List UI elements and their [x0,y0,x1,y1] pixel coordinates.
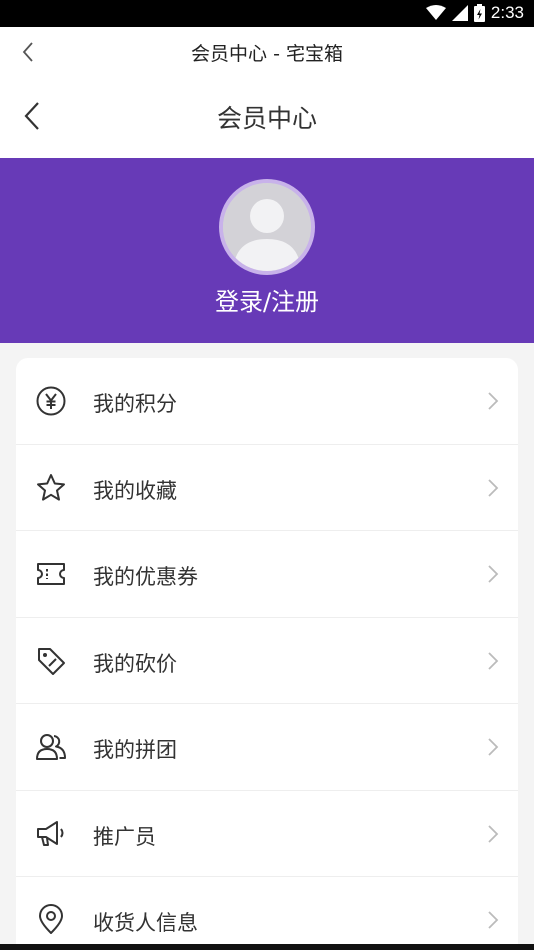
menu-item-coupons[interactable]: 我的优惠券 [16,531,518,618]
chevron-right-icon [488,824,499,843]
system-nav-bar [0,944,534,950]
chevron-right-icon [488,738,499,756]
menu-item-label: 我的积分 [93,392,177,416]
status-bar: 2:33 [0,0,534,27]
profile-banner: 登录/注册 [0,158,534,343]
signal-icon [451,5,468,21]
chevron-right-icon [488,651,499,670]
page-header: 会员中心 [0,77,534,158]
page-title: 会员中心 [216,104,317,133]
menu-item-label: 收货人信息 [93,911,198,935]
menu-item-label: 我的拼团 [93,738,177,762]
menu-item-label: 我的收藏 [93,478,177,503]
chevron-right-icon [488,392,499,410]
menu-item-label: 我的优惠券 [93,565,198,589]
wifi-icon [425,5,446,21]
menu-item-favorites[interactable]: 我的收藏 [16,445,518,531]
menu-item-bargain[interactable]: 我的砍价 [16,618,518,704]
star-icon [34,471,68,505]
menu-item-label: 推广员 [93,824,156,849]
status-time: 2:33 [490,3,524,22]
battery-icon [473,4,485,22]
chevron-right-icon [488,911,499,929]
webview-toolbar: 会员中心 - 宅宝箱 [0,27,534,77]
yen-coin-icon [34,384,68,418]
menu-item-promoter[interactable]: 推广员 [16,791,518,877]
chevron-right-icon [488,478,499,497]
webview-title: 会员中心 - 宅宝箱 [191,43,343,65]
menu-item-points[interactable]: 我的积分 [16,358,518,445]
avatar[interactable] [219,179,315,275]
menu-list: 我的积分 我的收藏 我的优惠券 我的砍价 我的拼团 推广员 收货人信息 [16,358,518,950]
menu-item-group-buy[interactable]: 我的拼团 [16,704,518,791]
price-tag-icon [34,644,68,678]
users-icon [34,730,68,764]
menu-item-address[interactable]: 收货人信息 [16,877,518,950]
ticket-icon [34,557,68,591]
menu-item-label: 我的砍价 [93,651,177,676]
chevron-right-icon [488,565,499,583]
login-register-link[interactable]: 登录/注册 [0,282,534,317]
default-avatar-icon [223,183,311,271]
location-pin-icon [34,903,68,937]
megaphone-icon [34,817,68,851]
